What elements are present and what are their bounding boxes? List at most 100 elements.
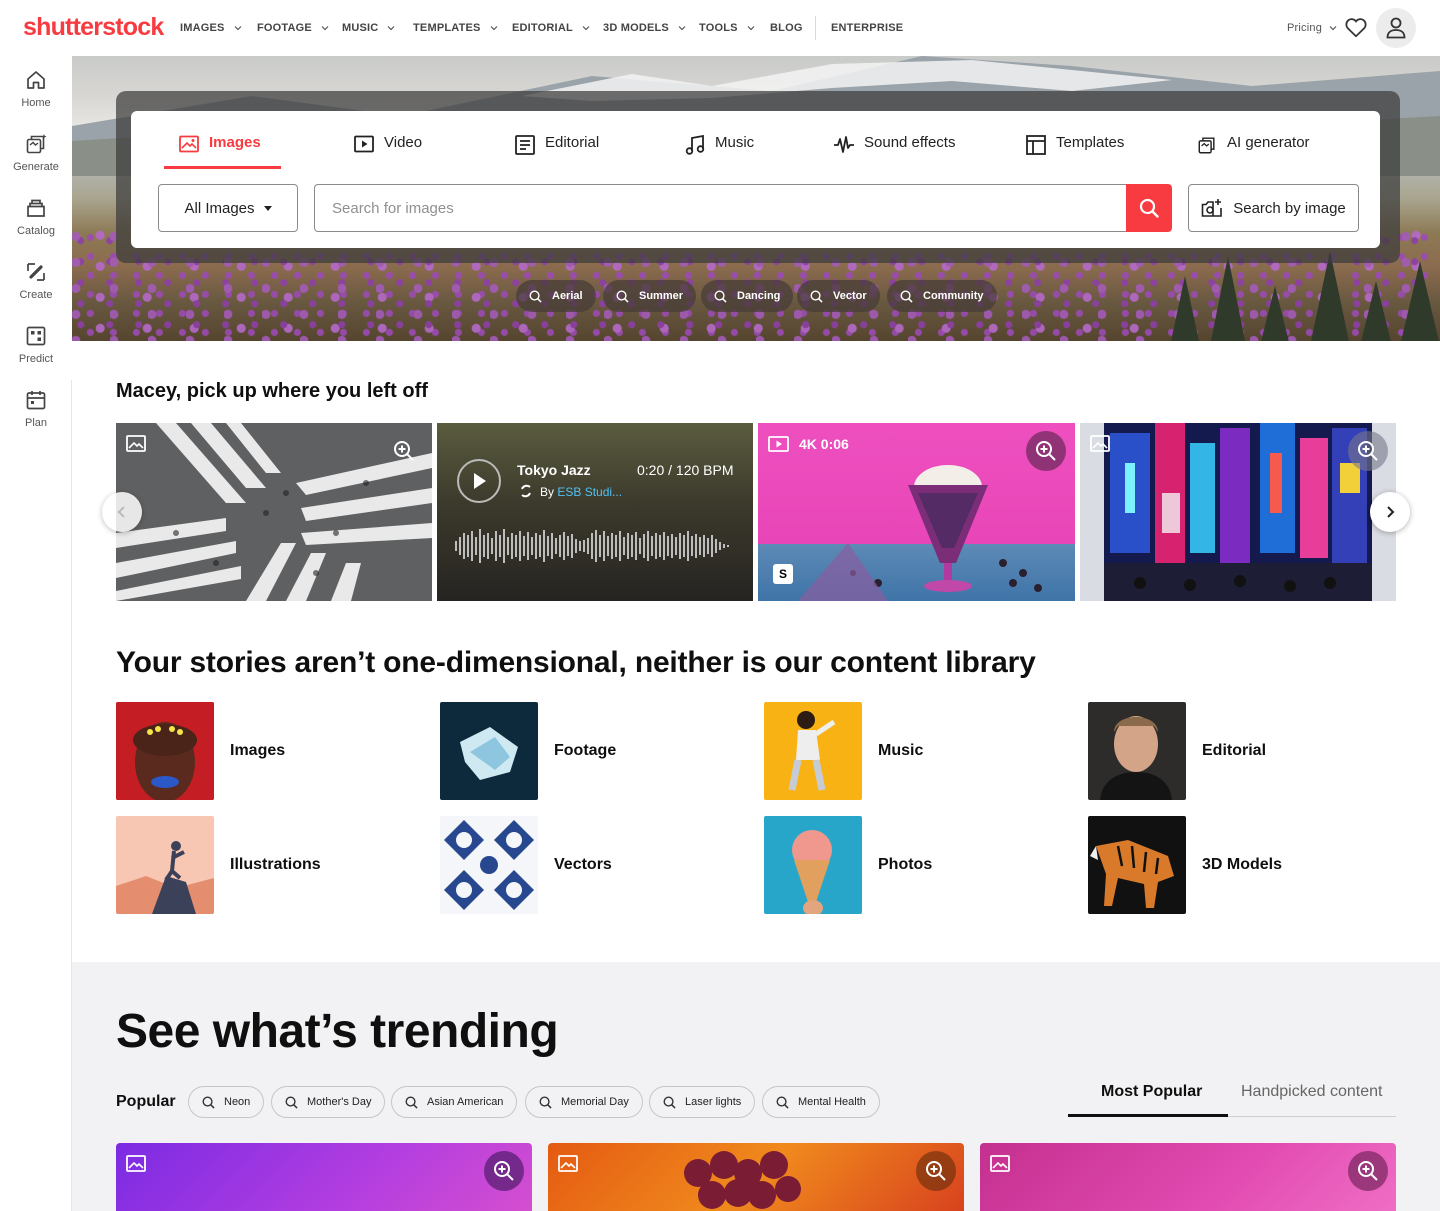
play-button[interactable] [457, 459, 501, 503]
zoom-button[interactable] [384, 431, 424, 471]
carousel-next-button[interactable] [1370, 492, 1410, 532]
nav-blog[interactable]: BLOG [770, 0, 803, 56]
library-item-music[interactable]: Music [764, 702, 1064, 800]
suggestion-chip-aerial[interactable]: Aerial [516, 280, 596, 312]
tab-images-label: Images [209, 134, 261, 151]
nav-enterprise[interactable]: ENTERPRISE [831, 0, 903, 56]
recent-card-neon-street[interactable] [1080, 423, 1396, 601]
tab-handpicked-content[interactable]: Handpicked content [1241, 1083, 1382, 1101]
templates-icon [1026, 135, 1046, 155]
zoom-in-icon [1036, 441, 1056, 461]
search-input[interactable] [314, 184, 1126, 232]
sidebar-item-plan[interactable]: Plan [0, 389, 72, 429]
search-by-image-button[interactable]: Search by image [1188, 184, 1359, 232]
chip-label: Asian American [427, 1096, 504, 1108]
sidebar-item-predict[interactable]: Predict [0, 325, 72, 365]
library-item-vectors[interactable]: Vectors [440, 816, 740, 914]
footage-thumbnail [440, 702, 538, 800]
nav-footage[interactable]: FOOTAGE [257, 0, 329, 56]
tab-sound-effects[interactable]: Sound effects [834, 134, 955, 180]
nav-music[interactable]: MUSIC [342, 0, 395, 56]
nav-music-label: MUSIC [342, 22, 379, 34]
recent-card-crosswalk[interactable] [116, 423, 432, 601]
suggestion-chip-dancing[interactable]: Dancing [701, 280, 794, 312]
nav-images[interactable]: IMAGES [180, 0, 242, 56]
tab-templates-label: Templates [1056, 134, 1125, 151]
track-title: Tokyo Jazz [517, 462, 591, 478]
zoom-button[interactable] [1348, 1151, 1388, 1191]
sidebar-item-create[interactable]: Create [0, 261, 72, 301]
chevron-down-icon [234, 26, 242, 31]
image-icon [179, 135, 199, 153]
tab-templates[interactable]: Templates [1026, 134, 1124, 180]
sidebar-item-generate[interactable]: Generate [0, 133, 72, 173]
sidebar-item-label: Generate [13, 161, 59, 173]
sidebar-item-home[interactable]: Home [0, 69, 72, 109]
search-icon [776, 1096, 789, 1109]
tab-most-popular[interactable]: Most Popular [1101, 1083, 1202, 1101]
chevron-down-icon [388, 26, 395, 31]
trending-card[interactable] [116, 1143, 532, 1211]
trending-card[interactable] [980, 1143, 1396, 1211]
artist-link[interactable]: ESB Studi... [557, 485, 622, 499]
by-label: By [540, 485, 555, 499]
zoom-in-icon [926, 1161, 946, 1181]
library-item-editorial[interactable]: Editorial [1088, 702, 1388, 800]
recent-card-video-dessert[interactable]: 4K 0:06 S [758, 423, 1075, 601]
tab-ai-generator[interactable]: AI generator [1197, 134, 1310, 180]
trending-chip-laser-lights[interactable]: Laser lights [649, 1086, 756, 1118]
library-item-footage[interactable]: Footage [440, 702, 740, 800]
trending-chip-mental-health[interactable]: Mental Health [762, 1086, 880, 1118]
trending-chip-asian-american[interactable]: Asian American [391, 1086, 518, 1118]
user-avatar-button[interactable] [1376, 8, 1416, 48]
ai-generator-icon [1198, 137, 1215, 154]
library-item-3d-models[interactable]: 3D Models [1088, 816, 1388, 914]
nav-divider [815, 16, 816, 40]
zoom-button[interactable] [1026, 431, 1066, 471]
trending-chip-neon[interactable]: Neon [188, 1086, 265, 1118]
nav-templates[interactable]: TEMPLATES [413, 0, 498, 56]
library-item-illustrations[interactable]: Illustrations [116, 816, 416, 914]
library-item-photos[interactable]: Photos [764, 816, 1064, 914]
zoom-in-icon [494, 1161, 514, 1181]
trending-card[interactable] [548, 1143, 964, 1211]
waveform-icon [834, 136, 854, 153]
search-icon [405, 1096, 418, 1109]
zoom-button[interactable] [484, 1151, 524, 1191]
image-type-dropdown[interactable]: All Images [158, 184, 298, 232]
suggestion-chip-vector[interactable]: Vector [797, 280, 880, 312]
nav-3d-models[interactable]: 3D MODELS [603, 0, 686, 56]
tab-images[interactable]: Images [179, 134, 261, 180]
top-navigation: shutterstock IMAGES FOOTAGE MUSIC TEMPLA… [0, 0, 1440, 56]
chevron-right-icon [1387, 506, 1395, 518]
pricing-link[interactable]: Pricing [1287, 0, 1337, 56]
search-icon [810, 290, 823, 303]
zoom-button[interactable] [916, 1151, 956, 1191]
nav-tools[interactable]: TOOLS [699, 0, 755, 56]
video-icon [354, 135, 374, 153]
pricing-label: Pricing [1287, 22, 1323, 34]
shutterstock-logo[interactable]: shutterstock [23, 13, 164, 42]
chip-label: Mental Health [798, 1096, 866, 1108]
search-button[interactable] [1126, 184, 1172, 232]
tab-video-label: Video [384, 134, 423, 151]
tab-editorial[interactable]: Editorial [515, 134, 599, 180]
trending-chip-memorial-day[interactable]: Memorial Day [525, 1086, 643, 1118]
left-sidebar: Home Generate Catalog Create Predict Pla… [0, 56, 72, 1211]
trending-chip-mothers-day[interactable]: Mother's Day [271, 1086, 386, 1118]
nav-editorial[interactable]: EDITORIAL [512, 0, 590, 56]
heart-icon[interactable] [1345, 17, 1367, 38]
sidebar-item-catalog[interactable]: Catalog [0, 197, 72, 237]
zoom-button[interactable] [1348, 431, 1388, 471]
suggestion-chip-community[interactable]: Community [887, 280, 997, 312]
home-icon [27, 71, 45, 89]
tab-music[interactable]: Music [685, 134, 754, 180]
3d-models-thumbnail [1088, 816, 1186, 914]
track-byline: By ESB Studi... [540, 485, 622, 499]
suggestion-chip-summer[interactable]: Summer [603, 280, 697, 312]
carousel-prev-button[interactable] [102, 492, 142, 532]
chevron-down-icon [678, 26, 686, 31]
library-item-images[interactable]: Images [116, 702, 416, 800]
tab-video[interactable]: Video [354, 134, 422, 180]
recent-card-music-tokyo-jazz[interactable]: Tokyo Jazz 0:20 / 120 BPM By ESB Studi..… [437, 423, 753, 601]
